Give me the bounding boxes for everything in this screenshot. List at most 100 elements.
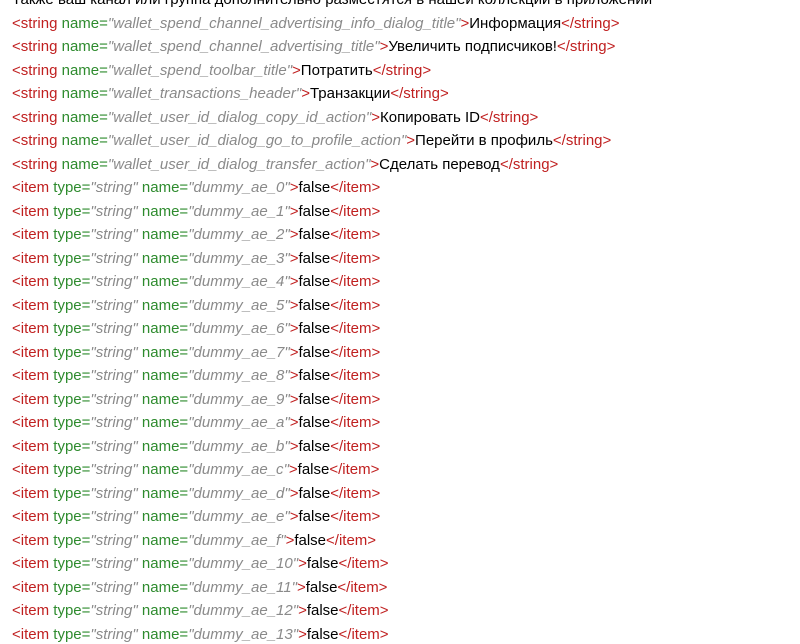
code-line[interactable]: <item type="string" name="dummy_ae_5">fa… [12, 294, 652, 318]
code-line[interactable]: <item type="string" name="dummy_ae_e">fa… [12, 505, 652, 529]
attr-name: name= [137, 179, 189, 196]
code-line[interactable]: <item type="string" name="dummy_ae_12">f… [12, 599, 652, 623]
attr-value-name: dummy_ae_f [193, 531, 281, 549]
string-value: Сделать перевод [379, 155, 500, 173]
tag-end: </string> [556, 38, 616, 55]
item-value: false [298, 249, 331, 267]
attr-name: name= [57, 85, 108, 102]
attr-name: name= [137, 343, 189, 361]
code-line[interactable]: <item type="string" name="dummy_ae_b">fa… [12, 435, 652, 459]
code-line[interactable]: <item type="string" name="dummy_ae_f">fa… [12, 529, 652, 553]
code-line[interactable]: <item type="string" name="dummy_ae_2">fa… [12, 223, 652, 247]
tag-end: </item> [326, 531, 377, 549]
attr-name: name= [137, 226, 189, 243]
code-line[interactable]: <string name="wallet_user_id_dialog_go_t… [12, 129, 652, 153]
attr-name: name= [57, 61, 108, 79]
attr-type: type= [49, 555, 91, 572]
item-value: false [298, 484, 331, 502]
attr-value-type: string [95, 555, 133, 572]
xml-code-listing: Также ваш канал или группа дополнительно… [12, 0, 652, 644]
attr-value-type: string [95, 531, 133, 549]
tag-close-bracket: > [406, 132, 416, 149]
item-value: false [298, 320, 331, 337]
code-line[interactable]: <item type="string" name="dummy_ae_6">fa… [12, 317, 652, 341]
code-line[interactable]: <item type="string" name="dummy_ae_1">fa… [12, 200, 652, 224]
attr-name: name= [57, 108, 108, 126]
code-line[interactable]: Также ваш канал или группа дополнительно… [12, 0, 652, 12]
tag-open: <item [12, 414, 50, 431]
attr-value-type: string [95, 437, 133, 455]
tag-close-bracket: > [298, 625, 307, 643]
code-line[interactable]: <string name="wallet_user_id_dialog_copy… [12, 106, 652, 130]
tag-close-bracket: > [289, 437, 299, 455]
attr-value-name: wallet_transactions_header [113, 85, 296, 102]
tag-close-bracket: > [289, 414, 299, 431]
attr-value-name: dummy_ae_b [193, 437, 285, 455]
code-line[interactable]: <item type="string" name="dummy_ae_3">fa… [12, 247, 652, 271]
attr-name: name= [137, 437, 189, 455]
tag-close-bracket: > [289, 343, 299, 361]
attr-value-name: dummy_ae_11 [193, 578, 292, 596]
attr-value-type: string [95, 461, 133, 478]
code-line[interactable]: <item type="string" name="dummy_ae_11">f… [12, 576, 652, 600]
item-value: false [294, 531, 327, 549]
tag-end: </string> [372, 61, 432, 79]
tag-close-bracket: > [289, 202, 299, 220]
code-line[interactable]: <item type="string" name="dummy_ae_7">fa… [12, 341, 652, 365]
tag-open: <item [12, 578, 50, 596]
attr-name: name= [137, 508, 189, 525]
code-line[interactable]: <string name="wallet_spend_channel_adver… [12, 12, 652, 36]
code-line[interactable]: <item type="string" name="dummy_ae_4">fa… [12, 270, 652, 294]
attr-name: name= [137, 390, 189, 408]
code-line[interactable]: <item type="string" name="dummy_ae_c">fa… [12, 458, 652, 482]
string-value: Потратить [300, 61, 373, 79]
item-value: false [298, 296, 331, 314]
attr-value-type: string [95, 484, 133, 502]
attr-value-name: wallet_spend_channel_advertising_info_di… [113, 14, 456, 32]
attr-name: name= [137, 273, 189, 290]
code-line[interactable]: <string name="wallet_spend_toolbar_title… [12, 59, 652, 83]
code-line[interactable]: <item type="string" name="dummy_ae_8">fa… [12, 364, 652, 388]
attr-value-type: string [95, 320, 133, 337]
code-line[interactable]: <item type="string" name="dummy_ae_9">fa… [12, 388, 652, 412]
tag-close-bracket: > [289, 320, 299, 337]
attr-name: name= [137, 578, 189, 596]
item-value: false [298, 414, 331, 431]
tag-open: <item [12, 273, 50, 290]
attr-type: type= [49, 531, 91, 549]
tag-close-bracket: > [289, 179, 299, 196]
code-line[interactable]: <item type="string" name="dummy_ae_13">f… [12, 623, 652, 644]
code-line[interactable]: <item type="string" name="dummy_ae_10">f… [12, 552, 652, 576]
tag-close-bracket: > [289, 390, 299, 408]
attr-value-name: wallet_user_id_dialog_copy_id_action [113, 108, 366, 126]
item-value: false [297, 461, 330, 478]
attr-value-name: dummy_ae_a [193, 414, 285, 431]
attr-value-name: wallet_user_id_dialog_transfer_action [113, 155, 366, 173]
attr-name: name= [57, 155, 108, 173]
code-line[interactable]: <string name="wallet_transactions_header… [12, 82, 652, 106]
code-line[interactable]: <string name="wallet_spend_channel_adver… [12, 35, 652, 59]
attr-name: name= [137, 367, 189, 384]
item-value: false [298, 508, 331, 525]
tag-open: <item [12, 179, 50, 196]
tag-end: </string> [390, 85, 449, 102]
tag-close-bracket: > [301, 85, 310, 102]
attr-name: name= [57, 14, 108, 32]
tag-open: <item [12, 320, 50, 337]
code-line[interactable]: <string name="wallet_user_id_dialog_tran… [12, 153, 652, 177]
code-line[interactable]: <item type="string" name="dummy_ae_0">fa… [12, 176, 652, 200]
string-value: Транзакции [309, 85, 391, 102]
code-line[interactable]: <item type="string" name="dummy_ae_d">fa… [12, 482, 652, 506]
code-editor[interactable]: Также ваш канал или группа дополнительно… [0, 0, 800, 644]
attr-type: type= [49, 437, 91, 455]
code-line[interactable]: <item type="string" name="dummy_ae_a">fa… [12, 411, 652, 435]
attr-type: type= [49, 249, 91, 267]
tag-open: <item [12, 202, 50, 220]
tag-close-bracket: > [298, 555, 307, 572]
attr-name: name= [137, 531, 189, 549]
line-text: Также ваш канал или группа дополнительно… [12, 0, 652, 8]
attr-type: type= [49, 202, 91, 220]
tag-close-bracket: > [289, 296, 299, 314]
tag-close-bracket: > [460, 14, 470, 32]
attr-value-name: wallet_spend_toolbar_title [113, 61, 287, 79]
